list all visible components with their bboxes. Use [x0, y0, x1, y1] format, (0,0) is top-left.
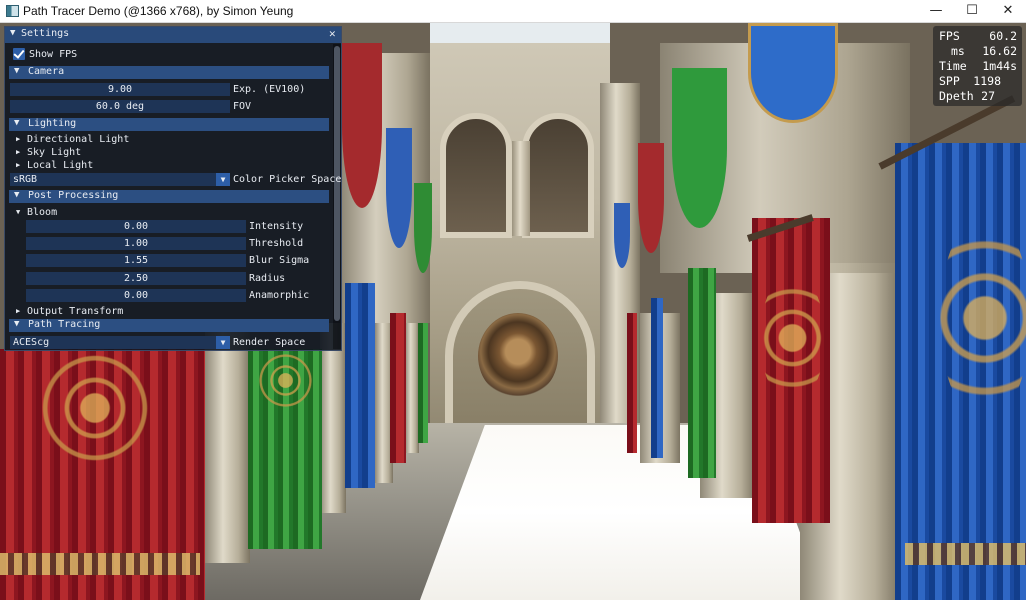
- curtain-green: [688, 268, 716, 478]
- curtain-red: [627, 313, 637, 453]
- curtain-trim: [905, 543, 1026, 565]
- bloom-threshold-field[interactable]: 1.00: [26, 237, 246, 250]
- curtain-emblem: [40, 353, 150, 463]
- app-icon: [6, 5, 19, 17]
- banner-green: [672, 68, 727, 228]
- curtain-blue: [345, 283, 375, 488]
- exposure-field[interactable]: 9.00: [10, 83, 230, 96]
- exposure-label: Exp. (EV100): [233, 84, 306, 95]
- upper-arch-right: [522, 113, 594, 238]
- bloom-anamorphic-field[interactable]: 0.00: [26, 289, 246, 302]
- scrollbar[interactable]: [333, 44, 341, 349]
- post-processing-header[interactable]: ▼ Post Processing: [9, 190, 329, 203]
- banner-blue: [386, 128, 412, 248]
- chevron-down-icon[interactable]: ▼: [216, 173, 230, 186]
- tree-closed-icon[interactable]: ▶: [16, 135, 20, 143]
- bloom-radius-label: Radius: [249, 273, 286, 284]
- stat-label: Time: [939, 59, 967, 73]
- close-icon[interactable]: ✕: [329, 27, 336, 40]
- stat-value: 16.62: [982, 44, 1017, 58]
- banner-blue: [614, 203, 630, 268]
- stats-overlay: FPS 60.2 ms 16.62 Time 1m44s SPP 1198 Dp…: [933, 26, 1022, 106]
- camera-header[interactable]: ▼ Camera: [9, 66, 329, 79]
- pillar: [405, 323, 419, 453]
- output-transform-node[interactable]: Output Transform: [27, 306, 123, 317]
- color-picker-space-value: sRGB: [13, 174, 38, 185]
- banner-red: [342, 43, 382, 208]
- stat-spp: SPP 1198: [939, 74, 1017, 89]
- curtain-red: [390, 313, 406, 463]
- close-window-button[interactable]: ✕: [986, 0, 1026, 22]
- fov-field[interactable]: 60.0 deg: [10, 100, 230, 113]
- tree-open-icon: ▼: [14, 118, 20, 128]
- sky-light-node[interactable]: Sky Light: [27, 147, 81, 158]
- bloom-intensity-field[interactable]: 0.00: [26, 220, 246, 233]
- window-titlebar: Path Tracer Demo (@1366 x768), by Simon …: [0, 0, 1026, 23]
- pillar: [320, 323, 346, 513]
- lighting-header-label: Lighting: [28, 118, 77, 129]
- upper-arch-left: [440, 113, 512, 238]
- bloom-blur-sigma-field[interactable]: 1.55: [26, 254, 246, 267]
- directional-light-node[interactable]: Directional Light: [27, 134, 129, 145]
- stat-value: 60.2: [989, 29, 1017, 43]
- bloom-threshold-label: Threshold: [249, 238, 304, 249]
- show-fps-label: Show FPS: [29, 49, 78, 60]
- color-picker-space-label: Color Picker Space: [233, 174, 342, 185]
- sky-opening: [430, 23, 610, 45]
- show-fps-checkbox[interactable]: [13, 48, 25, 60]
- curtain-emblem: [760, 273, 825, 403]
- stat-label: ms: [951, 44, 965, 58]
- render-space-label: Render Space: [233, 337, 306, 348]
- tree-open-icon[interactable]: ▼: [16, 208, 20, 216]
- color-picker-space-combo[interactable]: sRGB ▼: [10, 173, 230, 186]
- tree-closed-icon[interactable]: ▶: [16, 307, 20, 315]
- upper-column: [512, 141, 530, 236]
- path-tracing-header-label: Path Tracing: [28, 319, 101, 330]
- fov-label: FOV: [233, 101, 252, 112]
- window-title: Path Tracer Demo (@1366 x768), by Simon …: [23, 4, 294, 18]
- camera-header-label: Camera: [28, 66, 65, 77]
- tree-closed-icon[interactable]: ▶: [16, 148, 20, 156]
- stat-label: Dpeth: [939, 89, 974, 103]
- render-space-combo[interactable]: ACEScg ▼: [10, 336, 230, 349]
- bloom-blur-sigma-label: Blur Sigma: [249, 255, 310, 266]
- curtain-green: [418, 323, 428, 443]
- render-space-value: ACEScg: [13, 337, 50, 348]
- settings-panel: ▼ Settings ✕ Show FPS ▼ Camera 9.00 Exp.…: [4, 26, 342, 351]
- curtain-emblem: [258, 353, 313, 408]
- stat-fps: FPS 60.2: [939, 29, 1017, 44]
- chevron-down-icon[interactable]: ▼: [216, 336, 230, 349]
- pillar: [205, 323, 250, 563]
- collapse-icon[interactable]: ▼: [10, 28, 15, 38]
- stat-value: 1198: [973, 74, 1001, 88]
- bloom-radius-field[interactable]: 2.50: [26, 272, 246, 285]
- lion-plaque: [478, 313, 558, 399]
- banner-red: [638, 143, 664, 253]
- stat-value: 27: [981, 89, 995, 103]
- tree-open-icon: ▼: [14, 319, 20, 329]
- banner-blue: [748, 23, 838, 123]
- curtain-trim: [0, 553, 200, 575]
- stat-time: Time 1m44s: [939, 59, 1017, 74]
- bloom-anamorphic-label: Anamorphic: [249, 290, 310, 301]
- stat-depth: Dpeth 27: [939, 89, 1017, 104]
- post-processing-header-label: Post Processing: [28, 190, 119, 201]
- tree-closed-icon[interactable]: ▶: [16, 161, 20, 169]
- bloom-intensity-label: Intensity: [249, 221, 304, 232]
- local-light-node[interactable]: Local Light: [27, 160, 93, 171]
- settings-titlebar[interactable]: ▼ Settings ✕: [5, 27, 341, 43]
- settings-title: Settings: [21, 28, 70, 39]
- lighting-header[interactable]: ▼ Lighting: [9, 118, 329, 131]
- stat-ms: ms 16.62: [939, 44, 1017, 59]
- bloom-node[interactable]: Bloom: [27, 207, 57, 218]
- curtain-blue: [651, 298, 663, 458]
- tree-open-icon: ▼: [14, 66, 20, 76]
- tree-open-icon: ▼: [14, 190, 20, 200]
- stat-label: FPS: [939, 29, 960, 43]
- path-tracing-header[interactable]: ▼ Path Tracing: [9, 319, 329, 332]
- banner-green: [414, 183, 432, 273]
- stat-value: 1m44s: [982, 59, 1017, 73]
- stat-label: SPP: [939, 74, 960, 88]
- curtain-emblem: [940, 213, 1026, 423]
